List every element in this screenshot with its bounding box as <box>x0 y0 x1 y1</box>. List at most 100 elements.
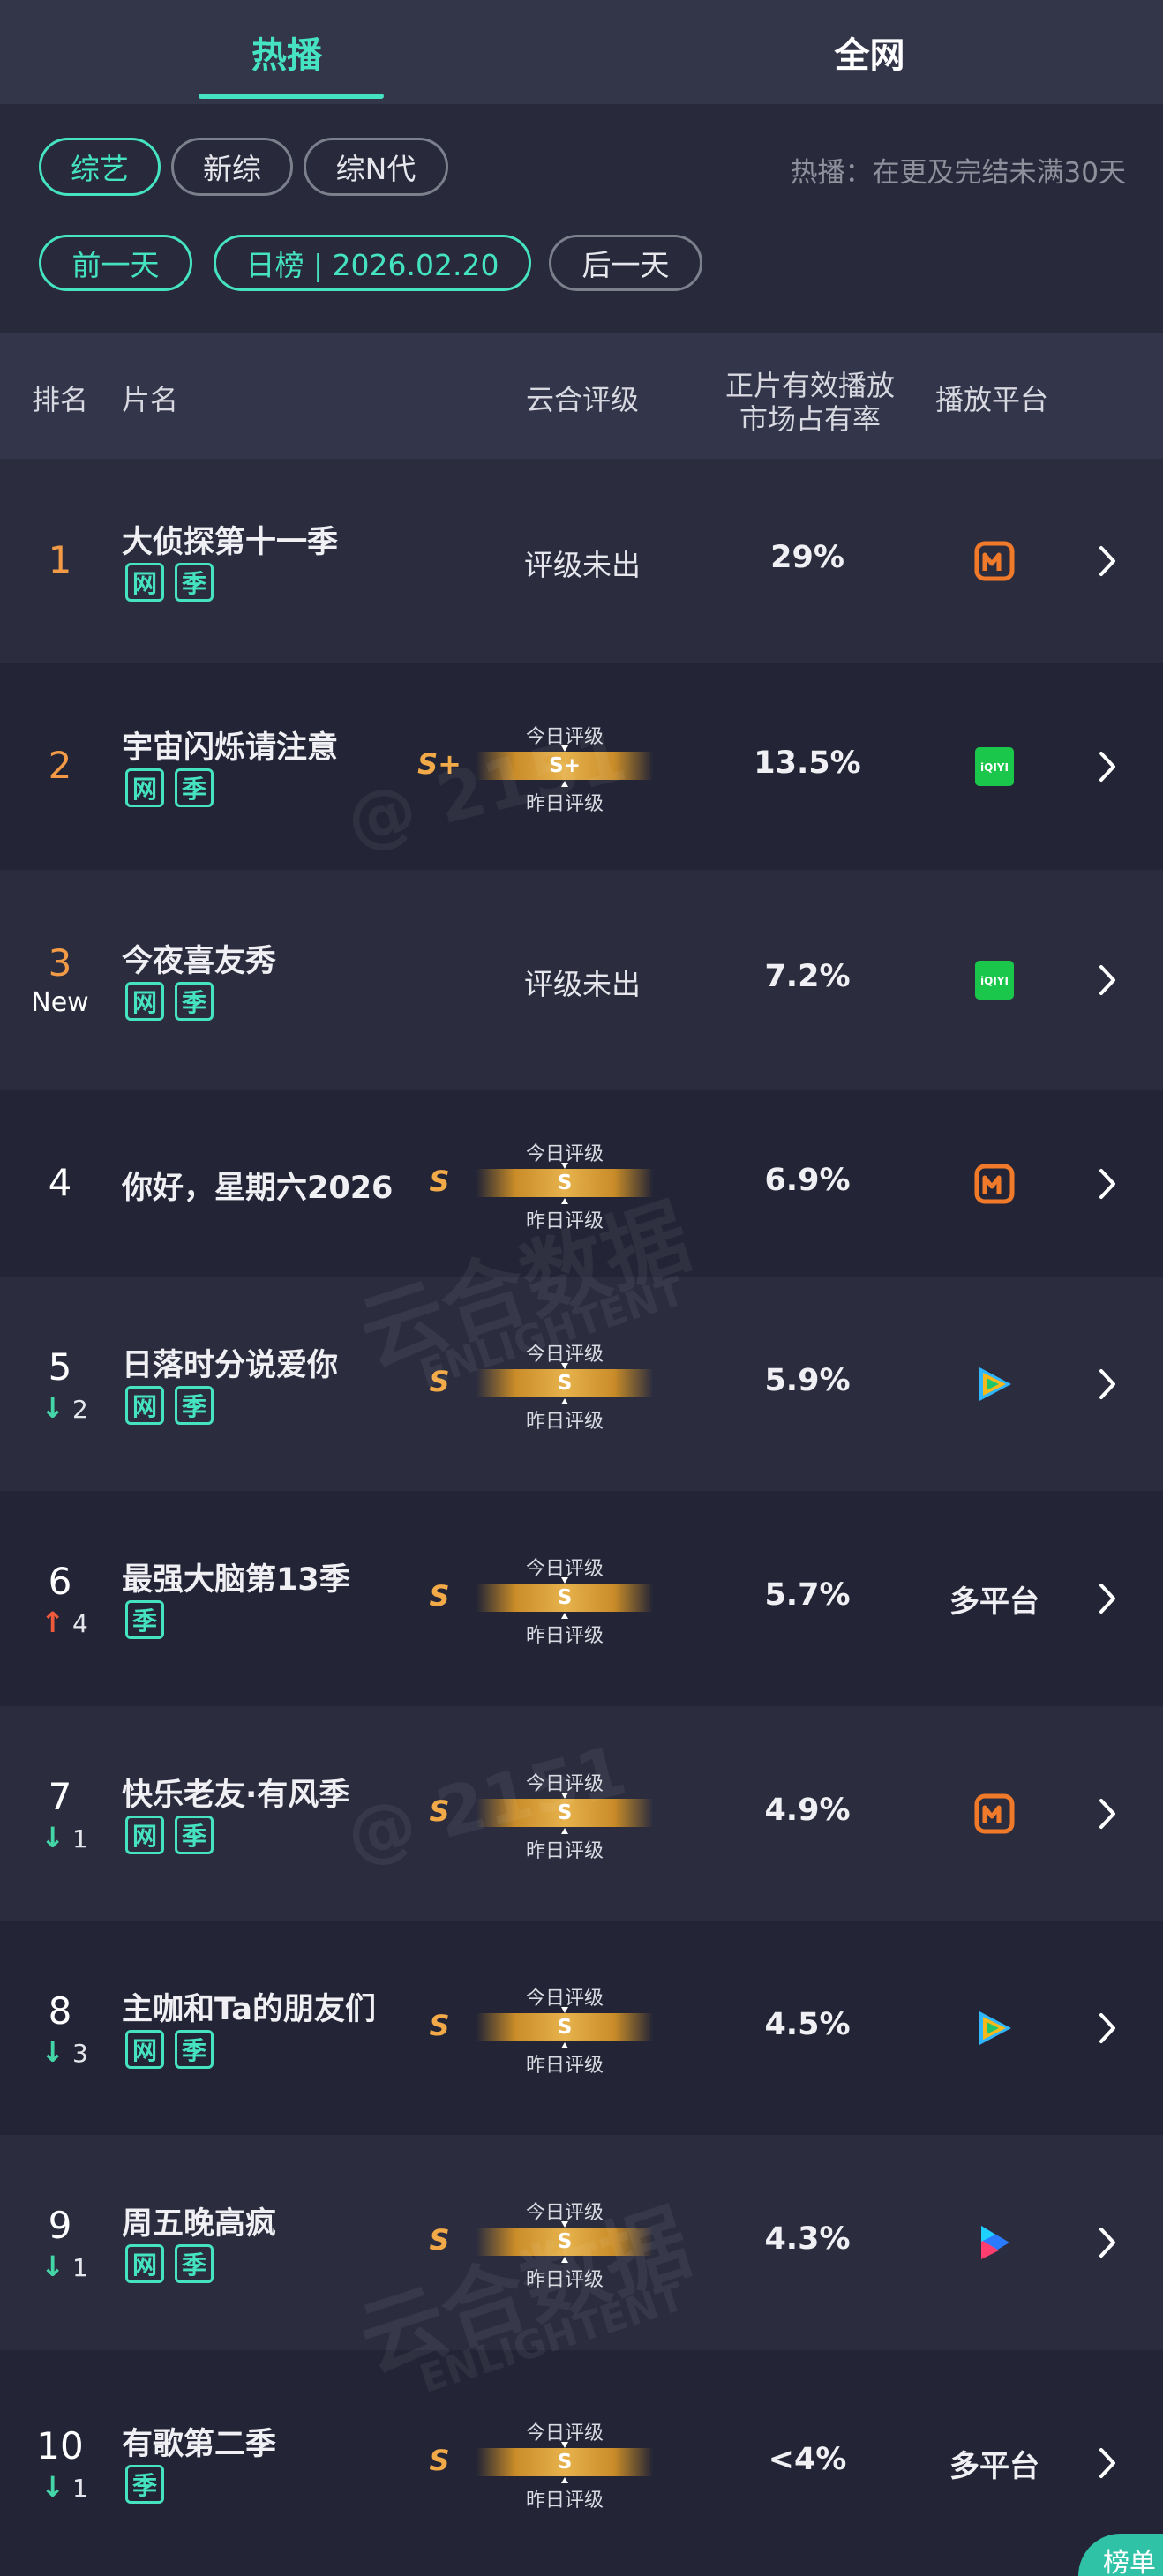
chevron-right-icon[interactable] <box>1094 1793 1121 1834</box>
grade-gauge: 今日评级 S 昨日评级 <box>476 2417 653 2512</box>
chevron-right-icon[interactable] <box>1094 2222 1121 2263</box>
tab-hot[interactable]: 热播 <box>0 0 581 104</box>
category-chip-sequel[interactable]: 综N代 <box>304 138 448 196</box>
arrow-down-icon: ↓ <box>41 1391 65 1425</box>
rank-number: 3 <box>48 941 72 985</box>
rank-number: 4 <box>48 1161 72 1204</box>
prev-day-button[interactable]: 前一天 <box>39 235 192 291</box>
yesterday-grade-label: 昨日评级 <box>525 1840 604 1862</box>
today-marker-icon <box>561 1363 568 1369</box>
iqiyi-icon: iQIYI <box>974 746 1015 787</box>
grade-bar: S+ <box>476 752 653 780</box>
rank-change-value: 1 <box>64 2474 88 2503</box>
rank-number: 6 <box>48 1560 72 1603</box>
show-title: 有歌第二季 <box>122 2427 277 2462</box>
ranking-row[interactable]: 4 你好，星期六2026 S 今日评级 S 昨日评级 6.9% <box>0 1090 1163 1277</box>
market-share: 5.7% <box>764 1577 851 1613</box>
ranking-row[interactable]: 1 大侦探第十一季网季 评级未出 29% <box>0 459 1163 663</box>
rank-number: 8 <box>48 1989 72 2033</box>
show-tags: 季 <box>125 1600 164 1639</box>
grade-pending: 评级未出 <box>524 967 641 1001</box>
rank-number: 1 <box>48 538 72 581</box>
arrow-up-icon: ↑ <box>41 1606 65 1639</box>
tab-all-network[interactable]: 全网 <box>581 0 1163 104</box>
tag-season: 季 <box>125 2465 164 2504</box>
ranking-row[interactable]: 5 ↓ 2 日落时分说爱你网季 S 今日评级 S 昨日评级 5.9% <box>0 1277 1163 1491</box>
chevron-right-icon[interactable] <box>1094 1578 1121 1619</box>
rank-number: 7 <box>48 1775 72 1818</box>
svg-text:iQIYI: iQIYI <box>980 761 1009 774</box>
grade-bar: S <box>476 1369 653 1397</box>
yesterday-marker-icon <box>561 1398 568 1404</box>
chevron-right-icon[interactable] <box>1094 1364 1121 1404</box>
new-entry-label: New <box>31 987 89 1018</box>
ranking-row[interactable]: 7 ↓ 1 快乐老友·有风季网季 S 今日评级 S 昨日评级 4.9% <box>0 1706 1163 1921</box>
ranking-row[interactable]: 6 ↑ 4 最强大脑第13季季 S 今日评级 S 昨日评级 5.7% 多平台 <box>0 1491 1163 1706</box>
yesterday-marker-icon <box>561 2042 568 2048</box>
grade-bar: S <box>476 1584 653 1612</box>
grade-letter: S <box>429 2223 450 2257</box>
platform-multi: 多平台 <box>949 2449 1039 2484</box>
show-tags: 网季 <box>125 768 214 807</box>
category-chip-variety[interactable]: 综艺 <box>39 138 161 196</box>
yesterday-grade-label: 昨日评级 <box>525 2490 604 2512</box>
ranking-row[interactable]: 10 ↓ 1 有歌第二季季 S 今日评级 S 昨日评级 <4% 多平台 <box>0 2350 1163 2576</box>
today-marker-icon <box>561 2007 568 2013</box>
yesterday-grade-label: 昨日评级 <box>525 2269 604 2291</box>
chevron-right-icon[interactable] <box>1094 746 1121 787</box>
rank-number: 2 <box>48 744 72 787</box>
tag-season: 季 <box>175 982 214 1021</box>
yesterday-marker-icon <box>561 2477 568 2483</box>
mango-icon <box>974 1164 1015 1204</box>
grade-letter: S <box>429 1365 450 1398</box>
today-marker-icon <box>561 1163 568 1169</box>
rank-change: ↓ 2 <box>34 1391 95 1425</box>
yesterday-marker-icon <box>561 1613 568 1619</box>
category-chip-new-variety[interactable]: 新综 <box>171 138 293 196</box>
yesterday-marker-icon <box>561 1828 568 1834</box>
grade-bar: S <box>476 2228 653 2256</box>
grade-gauge: 今日评级 S 昨日评级 <box>476 1338 653 1433</box>
tag-network: 网 <box>125 1386 164 1425</box>
yesterday-marker-icon <box>561 1198 568 1204</box>
chevron-right-icon[interactable] <box>1094 541 1121 581</box>
show-title: 最强大脑第13季 <box>122 1562 350 1598</box>
rank-change: ↑ 4 <box>34 1606 95 1639</box>
chevron-right-icon[interactable] <box>1094 1164 1121 1204</box>
tag-network: 网 <box>125 1816 164 1854</box>
show-title: 主咖和Ta的朋友们 <box>122 1992 376 2027</box>
tag-season: 季 <box>125 1600 164 1639</box>
tag-network: 网 <box>125 563 164 602</box>
date-selector[interactable]: 日榜 | 2026.02.20 <box>214 235 531 291</box>
chevron-right-icon[interactable] <box>1094 2443 1121 2483</box>
tag-network: 网 <box>125 768 164 807</box>
yesterday-grade-label: 昨日评级 <box>525 1210 604 1232</box>
arrow-down-icon: ↓ <box>41 2035 65 2069</box>
grade-letter: S+ <box>417 747 461 781</box>
platform-multi: 多平台 <box>949 1584 1039 1620</box>
chevron-right-icon[interactable] <box>1094 2008 1121 2048</box>
top-tab-bar: 热播 全网 <box>0 0 1163 104</box>
rank-change: ↓ 1 <box>34 2470 95 2504</box>
tag-season: 季 <box>175 563 214 602</box>
grade-letter: S <box>429 1164 450 1198</box>
market-share: 6.9% <box>764 1163 851 1198</box>
rank-change-value: 2 <box>64 1395 88 1424</box>
grade-bar: S <box>476 2448 653 2476</box>
grade-pending: 评级未出 <box>524 548 641 582</box>
show-tags: 网季 <box>125 2244 214 2283</box>
youku-icon <box>974 2222 1015 2263</box>
grade-gauge: 今日评级 S 昨日评级 <box>476 1138 653 1232</box>
rank-number: 10 <box>36 2424 84 2467</box>
arrow-down-icon: ↓ <box>41 2470 65 2504</box>
show-tags: 网季 <box>125 982 214 1021</box>
show-title: 宇宙闪烁请注意 <box>122 730 339 766</box>
ranking-row[interactable]: 8 ↓ 3 主咖和Ta的朋友们网季 S 今日评级 S 昨日评级 4.5% <box>0 1921 1163 2135</box>
chevron-right-icon[interactable] <box>1094 960 1121 1000</box>
ranking-row[interactable]: 2 宇宙闪烁请注意网季 S+ 今日评级 S+ 昨日评级 13.5% iQIYI <box>0 663 1163 870</box>
next-day-button[interactable]: 后一天 <box>549 235 702 291</box>
ranking-row[interactable]: 9 ↓ 1 周五晚高疯网季 S 今日评级 S 昨日评级 4.3% <box>0 2135 1163 2350</box>
ranking-row[interactable]: 3 New 今夜喜友秀网季 评级未出 7.2% iQIYI <box>0 870 1163 1090</box>
filter-hint: 热播：在更及完结未满30天 <box>790 157 1126 189</box>
rank-change: ↓ 3 <box>34 2035 95 2069</box>
